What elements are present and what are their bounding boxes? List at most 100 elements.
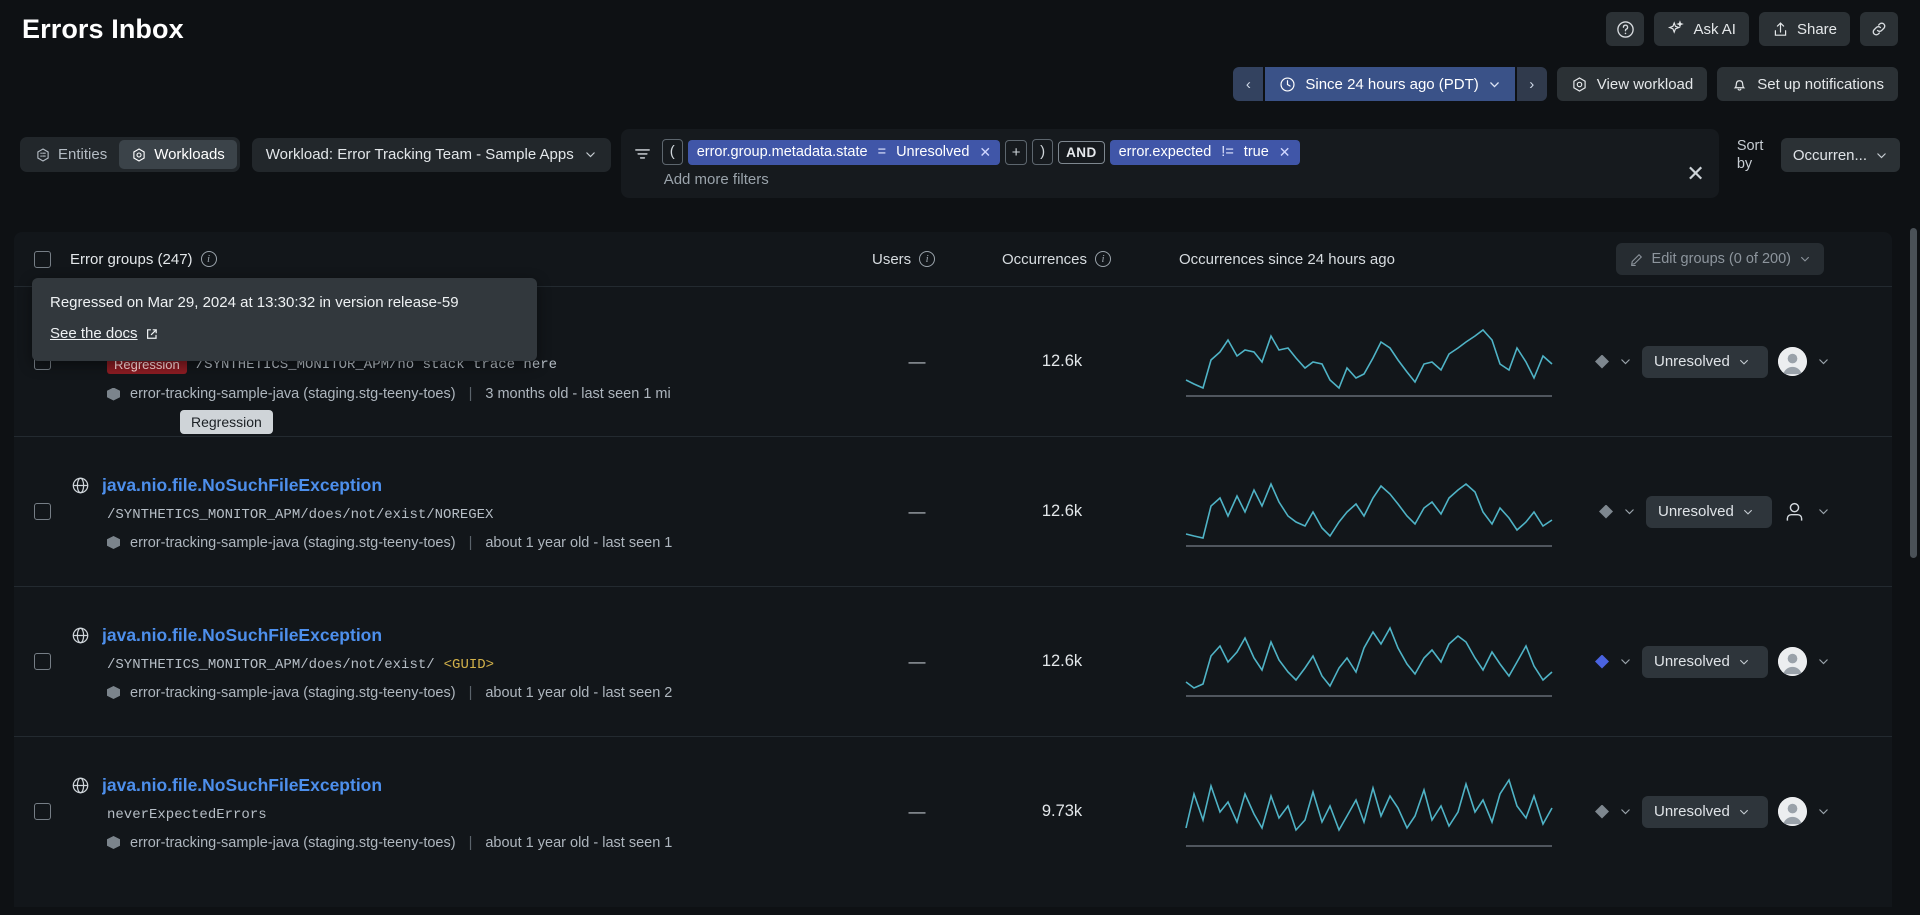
chip-attribute: error.expected — [1119, 144, 1212, 160]
add-more-filters[interactable]: Add more filters — [662, 171, 1707, 188]
time-range-picker: ‹ Since 24 hours ago (PDT) › — [1233, 67, 1546, 101]
info-icon[interactable]: i — [201, 251, 217, 267]
query-chips-area: ( error.group.metadata.state = Unresolve… — [662, 139, 1707, 188]
time-prev-button[interactable]: ‹ — [1233, 67, 1263, 101]
row-age: 3 months old - last seen 1 mi — [485, 386, 670, 402]
triage-flag-icon[interactable] — [1595, 655, 1609, 669]
error-group-title[interactable]: java.nio.file.NoSuchFileException — [102, 475, 382, 496]
row-subtitle-text: /SYNTHETICS_MONITOR_APM/does/not/exist/ — [107, 657, 435, 673]
chip-remove-icon[interactable]: ✕ — [979, 144, 991, 161]
see-the-docs-label: See the docs — [50, 325, 138, 342]
close-paren-button[interactable]: ) — [1032, 139, 1053, 165]
error-group-title[interactable]: java.nio.file.NoSuchFileException — [102, 625, 382, 646]
chip-attribute: error.group.metadata.state — [697, 144, 868, 160]
workload-select[interactable]: Workload: Error Tracking Team - Sample A… — [252, 138, 611, 172]
sort-select[interactable]: Occurren... — [1781, 138, 1900, 172]
setup-notifications-button[interactable]: Set up notifications — [1717, 67, 1898, 101]
assignee-chevron-down-icon[interactable] — [1817, 355, 1830, 368]
row-entity-name: error-tracking-sample-java (staging.stg-… — [130, 835, 456, 851]
status-select[interactable]: Unresolved — [1642, 346, 1768, 378]
chip-remove-icon[interactable]: ✕ — [1279, 144, 1291, 161]
triage-chevron-down-icon[interactable] — [1623, 505, 1636, 518]
triage-chevron-down-icon[interactable] — [1619, 355, 1632, 368]
tab-workloads[interactable]: Workloads — [119, 140, 237, 169]
filter-chip-state[interactable]: error.group.metadata.state = Unresolved … — [688, 140, 1000, 165]
scrollbar-thumb[interactable] — [1910, 228, 1917, 558]
view-workload-label: View workload — [1597, 76, 1693, 93]
ask-ai-label: Ask AI — [1693, 21, 1736, 38]
table-row[interactable]: java.nio.file.NoSuchFileException /SYNTH… — [14, 586, 1892, 736]
status-select-value: Unresolved — [1658, 503, 1734, 520]
copy-link-button[interactable] — [1860, 12, 1898, 46]
assignee-chevron-down-icon[interactable] — [1817, 505, 1830, 518]
row-main: java.nio.file.NoSuchFileException /SYNTH… — [51, 623, 881, 701]
globe-icon — [71, 626, 90, 645]
assignee-avatar[interactable] — [1778, 347, 1807, 376]
select-all-checkbox[interactable] — [34, 251, 51, 268]
open-paren-button[interactable]: ( — [662, 139, 683, 165]
info-icon[interactable]: i — [919, 251, 935, 267]
add-condition-button[interactable]: + — [1005, 140, 1027, 165]
triage-flag-icon[interactable] — [1595, 805, 1609, 819]
table-row[interactable]: java.nio.file.NoSuchFileException neverE… — [14, 736, 1892, 886]
column-occurrences-chart-label: Occurrences since 24 hours ago — [1179, 251, 1395, 268]
workload-select-label: Workload: Error Tracking Team - Sample A… — [266, 146, 574, 163]
chevron-down-icon — [1742, 506, 1754, 518]
list-scrollbar[interactable] — [1909, 228, 1918, 908]
row-sparkline — [1184, 622, 1564, 702]
row-users-value: — — [872, 802, 962, 822]
share-button[interactable]: Share — [1759, 12, 1850, 46]
scope-controls: Entities Workloads Workload: Error Track… — [20, 137, 611, 172]
tab-entities-label: Entities — [58, 146, 107, 163]
error-group-title[interactable]: java.nio.file.NoSuchFileException — [102, 775, 382, 796]
row-title-line: java.nio.file.NoSuchFileException — [51, 775, 881, 796]
time-toolbar: ‹ Since 24 hours ago (PDT) › Vi — [0, 64, 1920, 104]
row-age: about 1 year old - last seen 2 — [485, 685, 672, 701]
row-meta: error-tracking-sample-java (staging.stg-… — [107, 386, 881, 402]
assignee-user-outline-icon[interactable] — [1782, 499, 1807, 524]
status-select[interactable]: Unresolved — [1642, 796, 1768, 828]
query-builder[interactable]: ( error.group.metadata.state = Unresolve… — [621, 129, 1719, 198]
row-occurrences-value: 12.6k — [1002, 502, 1122, 521]
status-select[interactable]: Unresolved — [1642, 646, 1768, 678]
triage-flag-icon[interactable] — [1599, 505, 1613, 519]
view-workload-button[interactable]: View workload — [1557, 67, 1707, 101]
tab-entities[interactable]: Entities — [23, 140, 119, 169]
assignee-avatar[interactable] — [1778, 797, 1807, 826]
chevron-down-icon — [1875, 149, 1888, 162]
see-the-docs-link[interactable]: See the docs — [50, 325, 159, 342]
row-actions: Unresolved — [1595, 346, 1830, 378]
time-range-select[interactable]: Since 24 hours ago (PDT) — [1265, 67, 1514, 101]
filter-chip-expected[interactable]: error.expected != true ✕ — [1110, 140, 1300, 165]
errors-inbox-page: Errors Inbox Ask AI — [0, 0, 1920, 915]
row-sparkline — [1184, 472, 1564, 552]
row-checkbox[interactable] — [34, 653, 51, 670]
table-row[interactable]: java.nio.file.NoSuchFileException /SYNTH… — [14, 436, 1892, 586]
triage-chevron-down-icon[interactable] — [1619, 805, 1632, 818]
triage-flag-icon[interactable] — [1595, 355, 1609, 369]
and-operator-button[interactable]: AND — [1058, 141, 1104, 164]
ask-ai-button[interactable]: Ask AI — [1654, 12, 1749, 46]
entities-list-icon — [35, 147, 51, 163]
sort-by-label: Sort by — [1737, 137, 1771, 173]
triage-chevron-down-icon[interactable] — [1619, 655, 1632, 668]
assignee-chevron-down-icon[interactable] — [1817, 655, 1830, 668]
globe-icon — [71, 476, 90, 495]
edit-groups-button[interactable]: Edit groups (0 of 200) — [1616, 243, 1824, 275]
assignee-avatar[interactable] — [1778, 647, 1807, 676]
row-checkbox[interactable] — [34, 803, 51, 820]
meta-divider: | — [469, 535, 473, 551]
status-select-value: Unresolved — [1654, 803, 1730, 820]
info-icon[interactable]: i — [1095, 251, 1111, 267]
clear-filters-icon[interactable]: ✕ — [1686, 163, 1704, 185]
column-occurrences-label: Occurrences — [1002, 251, 1087, 268]
status-select[interactable]: Unresolved — [1646, 496, 1772, 528]
globe-icon — [71, 776, 90, 795]
time-next-button[interactable]: › — [1517, 67, 1547, 101]
row-title-line: java.nio.file.NoSuchFileException — [51, 475, 881, 496]
page-title: Errors Inbox — [22, 14, 184, 45]
column-users-label: Users — [872, 251, 911, 268]
assignee-chevron-down-icon[interactable] — [1817, 805, 1830, 818]
help-button[interactable] — [1606, 12, 1644, 46]
row-checkbox[interactable] — [34, 503, 51, 520]
